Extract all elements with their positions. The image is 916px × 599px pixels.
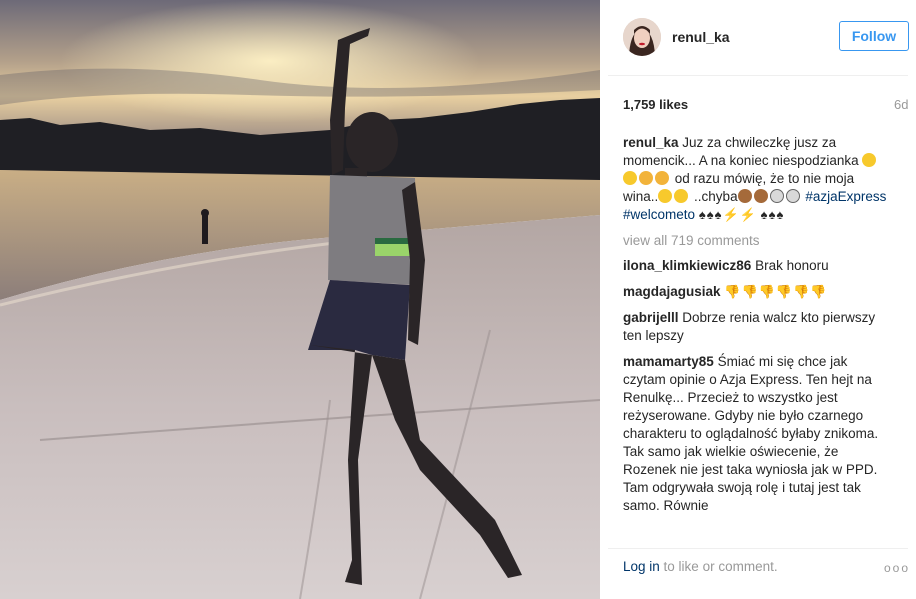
likes-count[interactable]: 1,759 likes xyxy=(623,97,688,112)
post-photo[interactable] xyxy=(0,0,600,599)
post-time[interactable]: 6d xyxy=(894,97,908,112)
spade-icon: ♠ xyxy=(768,207,776,222)
smiling-halo-icon xyxy=(658,189,673,203)
comment-username[interactable]: mamamarty85 xyxy=(623,354,714,369)
comment-username[interactable]: gabrijelll xyxy=(623,310,679,325)
see-no-evil-monkey-icon xyxy=(737,189,752,203)
thumbs-down-icon: 👎 xyxy=(741,284,758,299)
face-savoring-icon xyxy=(639,171,653,185)
spade-icon: ♠ xyxy=(776,207,784,222)
comments-section: renul_ka Juz za chwileczkę jusz za momen… xyxy=(623,134,891,529)
post-panel: renul_ka Follow 1,759 likes 6d renul_ka … xyxy=(608,0,916,599)
thumbs-down-icon: 👎 xyxy=(724,284,741,299)
post-username[interactable]: renul_ka xyxy=(672,29,730,45)
more-options-icon[interactable]: ooo xyxy=(884,561,910,575)
hashtag-azjaexpress[interactable]: #azjaExpress xyxy=(805,189,886,204)
thumbs-down-icon: 👎 xyxy=(775,284,793,299)
caption-username[interactable]: renul_ka xyxy=(623,135,679,150)
thumbs-down-icon: 👎 xyxy=(793,284,810,299)
face-savoring-icon xyxy=(655,171,669,185)
thumbs-down-icon: 👎 xyxy=(758,284,775,299)
grinning-face-icon xyxy=(862,153,877,167)
skull-icon xyxy=(785,189,800,203)
view-all-comments-link[interactable]: view all 719 comments xyxy=(623,232,891,250)
see-no-evil-monkey-icon xyxy=(753,189,768,203)
skull-icon xyxy=(769,189,784,203)
login-prompt: Log in to like or comment. xyxy=(623,559,778,574)
hashtag-welcometo[interactable]: #welcometo xyxy=(623,207,695,222)
spade-icon: ♠ xyxy=(714,207,722,222)
grinning-face-icon xyxy=(623,171,637,185)
comment: mamamarty85 Śmiać mi się chce jak czytam… xyxy=(623,353,891,515)
smiling-halo-icon xyxy=(674,189,689,203)
comment-text: Brak honoru xyxy=(755,258,829,273)
comment: gabrijelll Dobrze renia walcz kto pierws… xyxy=(623,309,891,345)
comment: magdajagusiak 👎👎👎👎👎👎 xyxy=(623,283,891,301)
comment-text: Śmiać mi się chce jak czytam opinie o Az… xyxy=(623,354,879,513)
post-header: renul_ka Follow xyxy=(608,0,909,76)
comment-username[interactable]: ilona_klimkiewicz86 xyxy=(623,258,751,273)
spade-icon: ♠ xyxy=(698,207,706,222)
comment-username[interactable]: magdajagusiak xyxy=(623,284,721,299)
comment: ilona_klimkiewicz86 Brak honoru xyxy=(623,257,891,275)
login-link[interactable]: Log in xyxy=(623,559,660,574)
login-prompt-text: to like or comment. xyxy=(659,559,778,574)
lightning-icon: ⚡ xyxy=(739,207,756,222)
avatar[interactable] xyxy=(623,18,661,56)
thumbs-down-icon: 👎 xyxy=(810,284,827,299)
spade-icon: ♠ xyxy=(760,207,768,222)
lightning-icon: ⚡ xyxy=(722,207,739,222)
caption-text-3: ..chyba xyxy=(694,189,738,204)
caption: renul_ka Juz za chwileczkę jusz za momen… xyxy=(623,134,891,224)
post-footer: Log in to like or comment. ooo xyxy=(608,548,908,579)
spade-icon: ♠ xyxy=(706,207,714,222)
follow-button[interactable]: Follow xyxy=(839,21,909,51)
